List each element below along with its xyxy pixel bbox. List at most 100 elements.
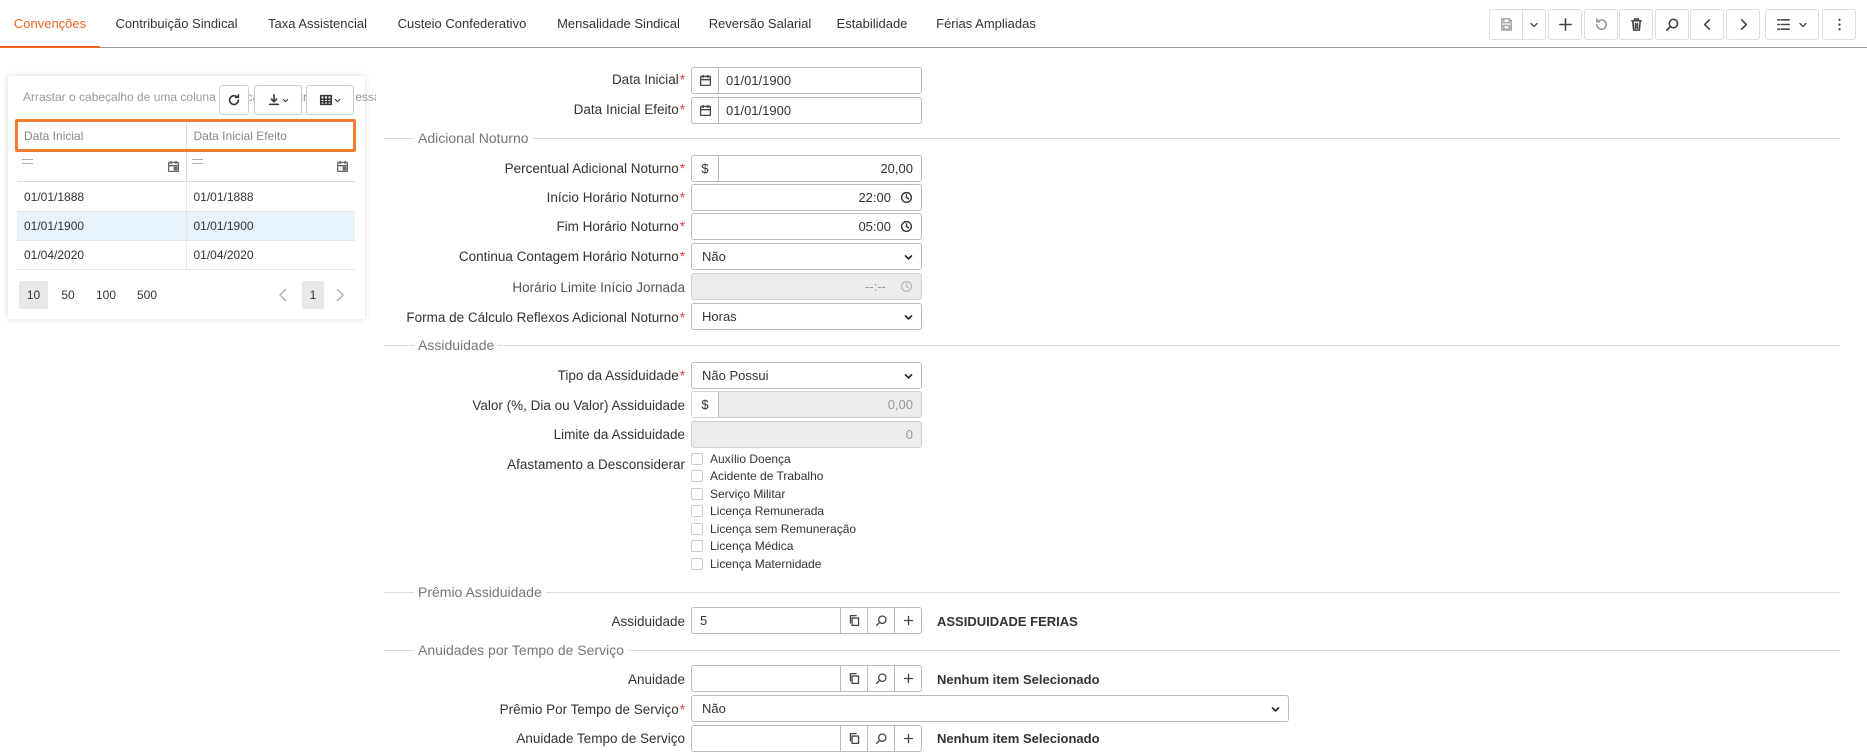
assiduidade-lookup[interactable]: 5 [691, 607, 922, 634]
tab-mensalidade-sindical[interactable]: Mensalidade Sindical [542, 0, 695, 48]
anuidade-tempo-lookup[interactable] [691, 725, 922, 752]
horario-limite-label: Horário Limite Início Jornada [512, 280, 685, 295]
columns-grid-button[interactable] [306, 85, 354, 115]
refresh-icon [228, 93, 240, 106]
save-icon [1500, 18, 1512, 31]
section-anuidades: Anuidades por Tempo de Serviço [384, 642, 1840, 658]
next-page-icon[interactable] [334, 287, 346, 303]
checkbox-acidente-trabalho[interactable]: Acidente de Trabalho [691, 468, 823, 484]
tab-reversao-salarial[interactable]: Reversão Salarial [695, 0, 825, 48]
calendar-icon[interactable] [167, 160, 180, 173]
tab-ferias-ampliadas[interactable]: Férias Ampliadas [919, 0, 1053, 48]
export-grid-button[interactable] [254, 85, 302, 115]
premio-tempo-select[interactable]: Não [691, 695, 1289, 722]
header-highlight [15, 119, 356, 152]
checkbox-licenca-medica[interactable]: Licença Médica [691, 538, 793, 554]
current-page[interactable]: 1 [302, 281, 324, 309]
copy-icon [849, 732, 859, 745]
anuidade-tempo-label: Anuidade Tempo de Serviço [516, 731, 685, 746]
premio-tempo-label: Prêmio Por Tempo de Serviço* [499, 702, 685, 717]
filter-data-inicial[interactable] [17, 153, 187, 181]
fim-horario-label: Fim Horário Noturno* [556, 219, 685, 234]
checkbox-licenca-maternidade[interactable]: Licença Maternidade [691, 556, 821, 572]
forma-calculo-select[interactable]: Horas [691, 303, 922, 330]
page-size-500[interactable]: 500 [131, 281, 163, 309]
table-row-selected[interactable]: 01/01/1900 01/01/1900 [17, 212, 355, 241]
tab-custeio-confederativo[interactable]: Custeio Confederativo [382, 0, 542, 48]
checkbox-licenca-sem-remuneracao[interactable]: Licença sem Remuneração [691, 521, 856, 537]
tab-convencoes[interactable]: Convenções [0, 0, 100, 48]
lookup-add-button[interactable] [894, 608, 921, 633]
fim-horario-input[interactable]: 05:00 [691, 213, 922, 240]
data-inicial-label: Data Inicial* [611, 72, 685, 87]
plus-icon [903, 615, 913, 626]
tab-taxa-assistencial[interactable]: Taxa Assistencial [253, 0, 382, 48]
lookup-search-button[interactable] [867, 726, 894, 751]
undo-icon [1595, 18, 1607, 31]
inicio-horario-input[interactable]: 22:00 [691, 184, 922, 211]
grid-filter-row [17, 153, 355, 182]
clock-icon[interactable] [900, 191, 913, 204]
data-inicial-efeito-label: Data Inicial Efeito* [573, 102, 685, 117]
checkbox-licenca-remunerada[interactable]: Licença Remunerada [691, 503, 824, 519]
checkbox-auxilio-doenca[interactable]: Auxílio Doença [691, 451, 791, 467]
delete-button[interactable] [1619, 9, 1653, 40]
lookup-add-button[interactable] [894, 726, 921, 751]
data-inicial-field[interactable]: 01/01/1900 [691, 67, 922, 94]
page-size-50[interactable]: 50 [55, 281, 81, 309]
calendar-icon[interactable] [692, 68, 719, 93]
save-options-button[interactable] [1522, 9, 1546, 40]
chevron-left-icon [1703, 19, 1710, 30]
page-size-10[interactable]: 10 [19, 281, 48, 309]
next-button[interactable] [1726, 9, 1760, 40]
copy-button[interactable] [840, 666, 867, 691]
anuidade-lookup[interactable] [691, 665, 922, 692]
lookup-add-button[interactable] [894, 666, 921, 691]
add-button[interactable] [1548, 9, 1582, 40]
percentual-input[interactable]: $ 20,00 [691, 155, 922, 182]
tab-estabilidade[interactable]: Estabilidade [825, 0, 919, 48]
plus-icon [1558, 18, 1572, 31]
page-size-100[interactable]: 100 [91, 281, 121, 309]
valor-assiduidade-label: Valor (%, Dia ou Valor) Assiduidade [472, 398, 685, 413]
filter-operator-icon[interactable] [22, 159, 33, 164]
search-button[interactable] [1655, 9, 1689, 40]
filter-operator-icon[interactable] [191, 159, 203, 164]
save-button[interactable] [1489, 9, 1523, 40]
chevron-down-icon [1798, 22, 1807, 27]
continua-contagem-select[interactable]: Não [691, 243, 922, 270]
tipo-assiduidade-select[interactable]: Não Possui [691, 362, 922, 389]
search-icon [875, 733, 887, 745]
undo-button[interactable] [1584, 9, 1618, 40]
forma-calculo-label: Forma de Cálculo Reflexos Adicional Notu… [406, 310, 685, 325]
list-view-button[interactable] [1765, 9, 1819, 40]
list-icon [1776, 19, 1790, 30]
clock-icon[interactable] [900, 220, 913, 233]
more-options-button[interactable] [1822, 9, 1856, 40]
calendar-icon[interactable] [336, 160, 349, 173]
previous-button[interactable] [1690, 9, 1724, 40]
assiduidade-description: ASSIDUIDADE FERIAS [937, 614, 1078, 629]
cell-data-inicial-efeito: 01/04/2020 [193, 248, 254, 262]
calendar-icon[interactable] [692, 98, 719, 123]
lookup-search-button[interactable] [867, 608, 894, 633]
inicio-horario-label: Início Horário Noturno* [546, 190, 685, 205]
checkbox-servico-militar[interactable]: Serviço Militar [691, 486, 785, 502]
filter-data-inicial-efeito[interactable] [187, 153, 356, 181]
anuidade-description: Nenhum item Selecionado [937, 672, 1100, 687]
copy-button[interactable] [840, 726, 867, 751]
chevron-down-icon [904, 314, 913, 321]
limite-assiduidade-label: Limite da Assiduidade [553, 427, 685, 442]
copy-button[interactable] [840, 608, 867, 633]
lookup-search-button[interactable] [867, 666, 894, 691]
prev-page-icon[interactable] [277, 287, 289, 303]
horario-limite-input: --:-- [691, 273, 922, 300]
data-inicial-efeito-field[interactable]: 01/01/1900 [691, 97, 922, 124]
table-row[interactable]: 01/04/2020 01/04/2020 [17, 241, 355, 270]
table-icon [319, 94, 332, 106]
table-row[interactable]: 01/01/1888 01/01/1888 [17, 183, 355, 212]
refresh-grid-button[interactable] [219, 85, 249, 115]
tab-contribuicao-sindical[interactable]: Contribuição Sindical [100, 0, 253, 48]
search-icon [875, 673, 887, 685]
percentual-label: Percentual Adicional Noturno* [504, 161, 685, 176]
